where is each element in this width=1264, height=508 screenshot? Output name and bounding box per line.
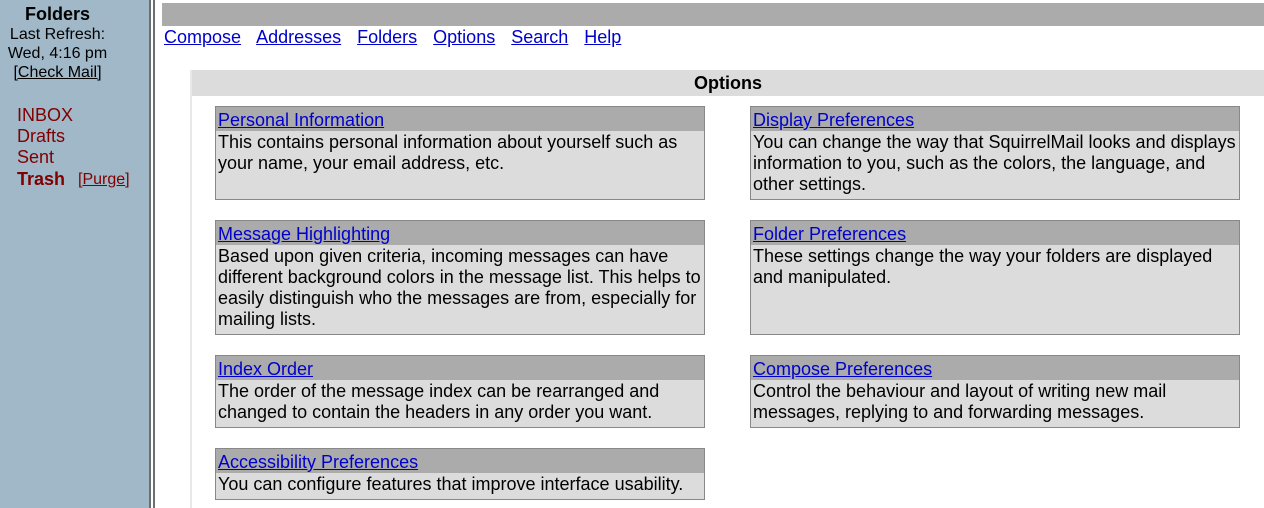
nav-search-link[interactable]: Search <box>511 27 568 47</box>
option-card-message-highlighting: Message Highlighting Based upon given cr… <box>215 220 705 335</box>
folder-preferences-link[interactable]: Folder Preferences <box>753 224 906 244</box>
frame-divider[interactable] <box>149 0 155 508</box>
compose-preferences-link[interactable]: Compose Preferences <box>753 359 932 379</box>
option-card-display-preferences: Display Preferences You can change the w… <box>750 106 1240 200</box>
option-card-compose-preferences: Compose Preferences Control the behaviou… <box>750 355 1240 428</box>
message-highlighting-desc: Based upon given criteria, incoming mess… <box>218 246 701 329</box>
top-bar <box>162 3 1264 26</box>
compose-preferences-desc: Control the behaviour and layout of writ… <box>753 381 1167 422</box>
options-panel: Options Personal Information This contai… <box>190 70 1264 508</box>
check-mail-link[interactable]: [Check Mail] <box>13 64 101 81</box>
check-mail-wrapper: [Check Mail] <box>0 64 115 82</box>
option-card-personal-information: Personal Information This contains perso… <box>215 106 705 200</box>
main-nav: Compose Addresses Folders Options Search… <box>164 27 632 49</box>
options-title: Options <box>192 70 1264 96</box>
nav-addresses-link[interactable]: Addresses <box>256 27 341 47</box>
option-card-accessibility-preferences: Accessibility Preferences You can config… <box>215 448 705 500</box>
purge-bracket-close: ] <box>125 171 130 188</box>
nav-folders-link[interactable]: Folders <box>357 27 417 47</box>
personal-information-desc: This contains personal information about… <box>218 132 678 173</box>
display-preferences-desc: You can change the way that SquirrelMail… <box>753 132 1236 194</box>
option-card-folder-preferences: Folder Preferences These settings change… <box>750 220 1240 335</box>
nav-compose-link[interactable]: Compose <box>164 27 241 47</box>
last-refresh-time: Wed, 4:16 pm <box>7 45 108 62</box>
index-order-link[interactable]: Index Order <box>218 359 313 379</box>
sidebar-title: Folders <box>24 4 90 24</box>
sidebar-item-drafts[interactable]: Drafts <box>17 126 65 147</box>
purge-wrapper: [Purge] <box>78 171 130 189</box>
sidebar-item-trash[interactable]: Trash <box>17 169 65 190</box>
display-preferences-link[interactable]: Display Preferences <box>753 110 914 130</box>
folder-preferences-desc: These settings change the way your folde… <box>753 246 1213 287</box>
folders-sidebar: Folders Last Refresh: Wed, 4:16 pm [Chec… <box>0 0 149 508</box>
sidebar-item-inbox[interactable]: INBOX <box>17 105 73 126</box>
accessibility-preferences-desc: You can configure features that improve … <box>218 474 684 494</box>
option-card-index-order: Index Order The order of the message ind… <box>215 355 705 428</box>
personal-information-link[interactable]: Personal Information <box>218 110 384 130</box>
index-order-desc: The order of the message index can be re… <box>218 381 660 422</box>
sidebar-item-sent[interactable]: Sent <box>17 147 54 168</box>
last-refresh-label: Last Refresh: <box>9 26 106 43</box>
purge-link[interactable]: Purge <box>82 171 125 188</box>
nav-help-link[interactable]: Help <box>584 27 621 47</box>
message-highlighting-link[interactable]: Message Highlighting <box>218 224 390 244</box>
nav-options-link[interactable]: Options <box>433 27 495 47</box>
accessibility-preferences-link[interactable]: Accessibility Preferences <box>218 452 418 472</box>
